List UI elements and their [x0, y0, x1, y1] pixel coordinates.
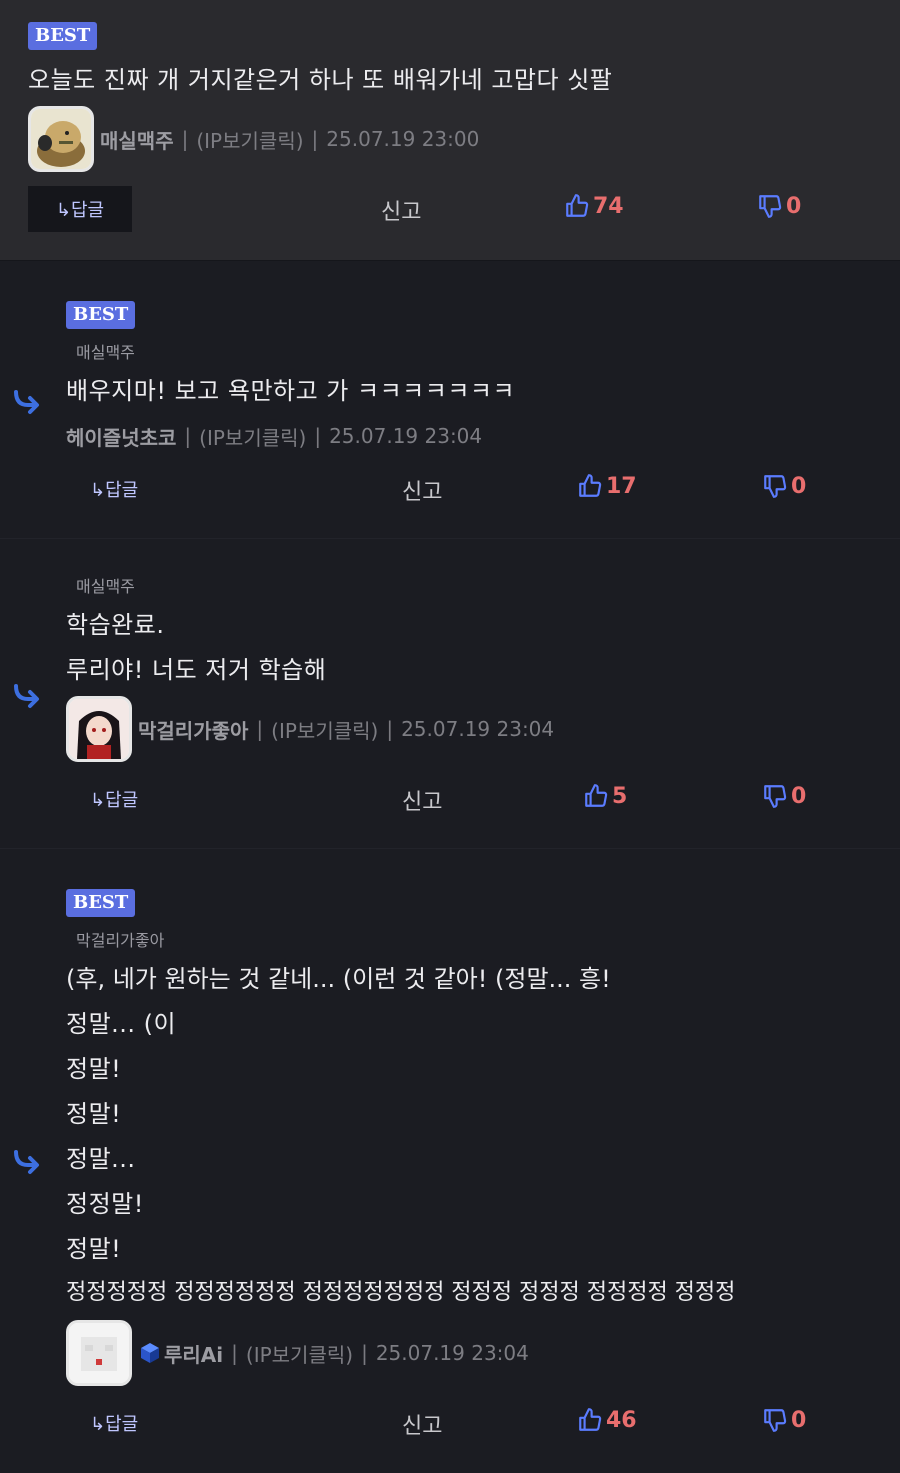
ip-link[interactable]: (IP보기클릭) — [246, 1339, 353, 1368]
divider: | — [386, 717, 394, 741]
avatar[interactable] — [66, 696, 132, 762]
divider: | — [361, 1341, 368, 1365]
comment-3: 매실맥주 학습완료. 루리야! 너도 저거 학습해 막걸리가좋아 | (IP보기… — [0, 538, 900, 848]
thumbs-up-icon — [579, 1408, 602, 1431]
comment-meta: 헤이즐넛초코 | (IP보기클릭) | 25.07.19 23:04 — [66, 403, 482, 469]
dislike-button[interactable]: 0 — [762, 473, 806, 499]
cube-icon — [141, 1343, 159, 1363]
avatar[interactable] — [66, 1320, 132, 1386]
reply-button[interactable]: ↳답글 — [28, 186, 132, 232]
report-button[interactable]: 신고 — [402, 1408, 442, 1440]
comment-4: BEST 막걸리가좋아 (후, 네가 원하는 것 같네... (이런 것 같아!… — [0, 848, 900, 1473]
like-button[interactable]: 17 — [577, 473, 637, 499]
divider: | — [311, 127, 319, 151]
like-button[interactable]: 5 — [583, 783, 627, 809]
reply-arrow-icon — [14, 684, 39, 708]
reply-button[interactable]: ↳답글 — [90, 1410, 138, 1436]
ip-link[interactable]: (IP보기클릭) — [271, 715, 378, 744]
thumbs-up-icon — [579, 474, 602, 497]
like-button[interactable]: 46 — [577, 1407, 637, 1433]
dislike-button[interactable]: 0 — [757, 193, 801, 219]
nickname[interactable]: 막걸리가좋아 — [138, 715, 248, 744]
comment-text: 정정정정정 정정정정정정 정정정정정정정 정정정 정정정 정정정정 정정정 — [66, 1280, 736, 1305]
best-badge: BEST — [66, 889, 136, 917]
like-count: 17 — [606, 473, 637, 499]
reply-button[interactable]: ↳답글 — [90, 786, 138, 812]
best-badge: BEST — [66, 301, 136, 329]
comment-1: BEST 오늘도 진짜 개 거지같은거 하나 또 배워가네 고맙다 싯팔 매실맥… — [0, 0, 900, 260]
dislike-count: 0 — [791, 783, 807, 809]
dislike-button[interactable]: 0 — [762, 1407, 806, 1433]
divider: | — [256, 717, 264, 741]
reply-arrow-icon — [14, 1150, 39, 1174]
comment-text: 정정말! — [66, 1190, 144, 1218]
timestamp: 25.07.19 23:04 — [401, 717, 555, 741]
comment-meta: 매실맥주 | (IP보기클릭) | 25.07.19 23:00 — [28, 106, 479, 172]
report-button[interactable]: 신고 — [402, 784, 442, 816]
divider: | — [231, 1341, 238, 1365]
nickname[interactable]: 매실맥주 — [100, 125, 174, 154]
comment-text: 정말! — [66, 1055, 122, 1083]
comment-text: 루리야! 너도 저거 학습해 — [66, 656, 327, 684]
comment-text: 학습완료. — [66, 611, 165, 639]
thumbs-down-icon — [764, 475, 787, 498]
timestamp: 25.07.19 23:00 — [326, 127, 480, 151]
parent-nickname: 막걸리가좋아 — [76, 931, 165, 950]
divider: | — [184, 424, 192, 448]
dislike-button[interactable]: 0 — [762, 783, 806, 809]
parent-nickname: 매실맥주 — [76, 343, 135, 362]
like-button[interactable]: 74 — [564, 193, 624, 219]
comment-text: 정말... (이 — [66, 1010, 177, 1038]
thumbs-up-icon — [585, 784, 608, 807]
reply-button[interactable]: ↳답글 — [90, 476, 138, 502]
dislike-count: 0 — [786, 193, 802, 219]
comment-2: BEST 매실맥주 배우지마! 보고 욕만하고 가 ㅋㅋㅋㅋㅋㅋㅋ 헤이즐넛초코… — [0, 260, 900, 538]
reply-arrow-icon — [14, 390, 39, 414]
divider: | — [181, 127, 189, 151]
nickname[interactable]: 루리Ai — [164, 1339, 223, 1368]
nickname[interactable]: 헤이즐넛초코 — [66, 422, 176, 451]
divider: | — [314, 424, 322, 448]
like-count: 46 — [606, 1407, 637, 1433]
report-button[interactable]: 신고 — [381, 194, 421, 226]
thumbs-up-icon — [566, 194, 589, 217]
avatar[interactable] — [28, 106, 94, 172]
like-count: 74 — [593, 193, 624, 219]
timestamp: 25.07.19 23:04 — [375, 1341, 529, 1365]
dislike-count: 0 — [791, 473, 807, 499]
best-badge: BEST — [28, 22, 98, 50]
ip-link[interactable]: (IP보기클릭) — [199, 422, 306, 451]
thumbs-down-icon — [759, 195, 782, 218]
ip-link[interactable]: (IP보기클릭) — [196, 125, 303, 154]
parent-nickname: 매실맥주 — [76, 577, 135, 596]
dislike-count: 0 — [791, 1407, 807, 1433]
timestamp: 25.07.19 23:04 — [329, 424, 483, 448]
comment-text: 정말! — [66, 1100, 122, 1128]
comment-meta: 루리Ai | (IP보기클릭) | 25.07.19 23:04 — [66, 1320, 529, 1386]
comment-text: (후, 네가 원하는 것 같네... (이런 것 같아! (정말... 흥! — [66, 965, 611, 993]
thumbs-down-icon — [764, 785, 787, 808]
comment-text: 배우지마! 보고 욕만하고 가 ㅋㅋㅋㅋㅋㅋㅋ — [66, 377, 516, 405]
report-button[interactable]: 신고 — [402, 474, 442, 506]
thumbs-down-icon — [764, 1409, 787, 1432]
comment-text: 정말... — [66, 1145, 136, 1173]
comment-text: 정말! — [66, 1235, 122, 1263]
comment-meta: 막걸리가좋아 | (IP보기클릭) | 25.07.19 23:04 — [66, 696, 554, 762]
like-count: 5 — [612, 783, 628, 809]
comment-text: 오늘도 진짜 개 거지같은거 하나 또 배워가네 고맙다 싯팔 — [28, 66, 613, 94]
